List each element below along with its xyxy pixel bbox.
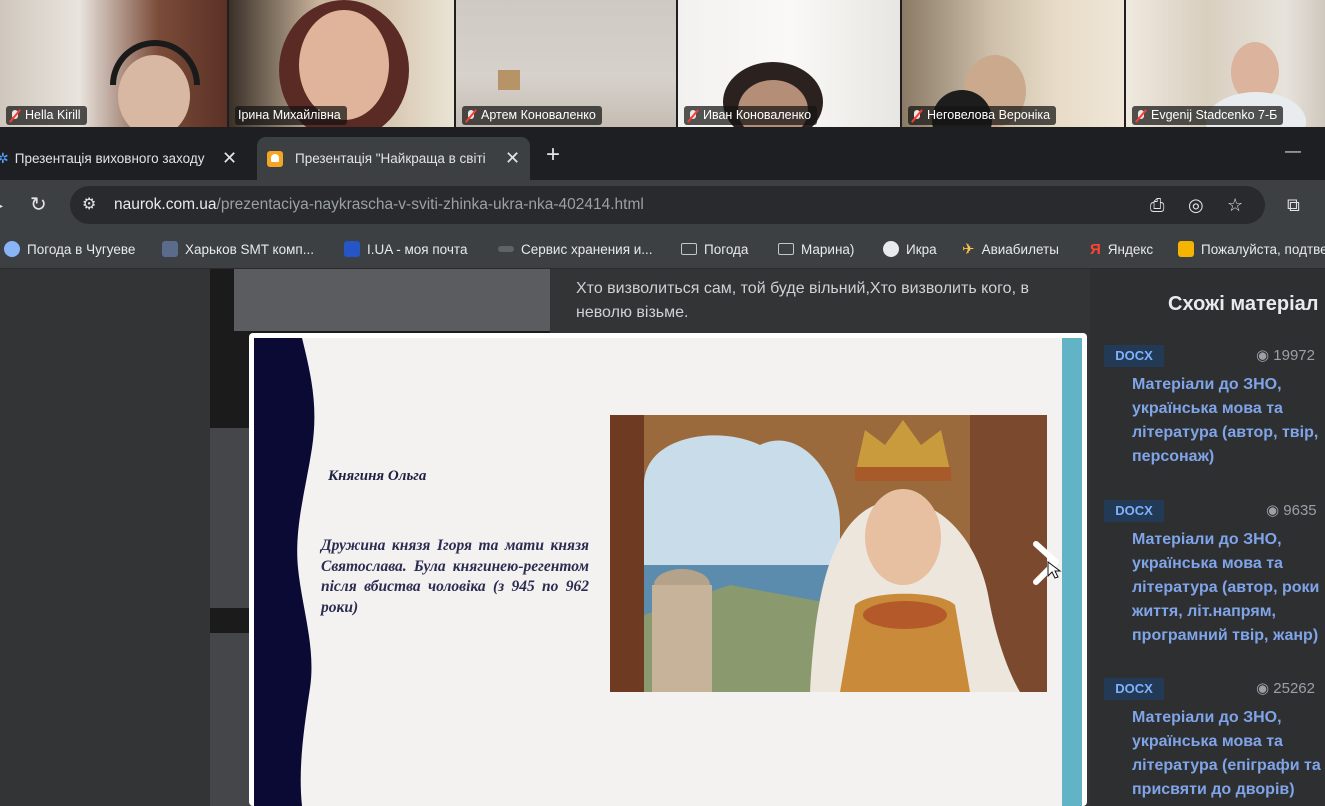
- similar-materials-title: Схожі матеріал: [1168, 293, 1319, 315]
- smt-icon: [162, 241, 178, 257]
- install-app-icon[interactable]: ⎙: [1150, 180, 1164, 230]
- bookmark-star-icon[interactable]: ☆: [1227, 180, 1243, 230]
- bookmark-smt[interactable]: Харьков SMT комп...: [162, 230, 314, 268]
- bookmarks-bar: Погода в Чугуеве Харьков SMT комп... I.U…: [0, 230, 1325, 269]
- mic-muted-icon: [687, 109, 699, 123]
- participant-name-tag: Hella Kirill: [6, 106, 87, 125]
- mic-muted-icon: [9, 109, 21, 123]
- bookmark-yandex[interactable]: Я Яндекс: [1090, 230, 1153, 268]
- tab-close-icon[interactable]: ✕: [222, 148, 237, 169]
- bookmark-storage[interactable]: Сервис хранения и...: [498, 230, 653, 268]
- browser-tab-bar: ✲ Презентація виховного заходу ✕ Презент…: [0, 129, 1325, 180]
- mic-muted-icon: [1135, 109, 1147, 123]
- new-tab-button[interactable]: +: [546, 141, 560, 169]
- participant-name-tag: Неговелова Вероніка: [908, 106, 1057, 125]
- tab-presentation-event[interactable]: ✲ Презентація виховного заходу ✕: [0, 137, 250, 180]
- tab-favicon-icon: ✲: [0, 150, 9, 166]
- slide-heading: Княгиня Ольга: [328, 468, 427, 484]
- eye-icon: ◉: [1256, 680, 1274, 697]
- material-title-link[interactable]: Матеріали до ЗНО, українська мова та літ…: [1132, 706, 1325, 802]
- participant-name-tag: Иван Коноваленко: [684, 106, 818, 125]
- browser-toolbar: ▸ ↻ ⚙ naurok.com.ua/prezentaciya-naykras…: [0, 180, 1325, 230]
- window-minimize-button[interactable]: —: [1285, 143, 1301, 161]
- bookmark-ikra[interactable]: Икра: [883, 230, 937, 268]
- slide-side-bar: [1062, 338, 1082, 806]
- participant-tile-3[interactable]: Артем Коноваленко: [456, 0, 676, 127]
- slide-body-text: Дружина князя Ігоря та мати князя Святос…: [321, 537, 589, 616]
- yandex-icon: Я: [1090, 240, 1101, 258]
- eye-icon: ◉: [1256, 347, 1274, 364]
- similar-materials-sidebar: Схожі матеріал DOCX ◉ 19972 Матеріали до…: [1090, 269, 1325, 806]
- weather-icon: [4, 241, 20, 257]
- article-text: Хто визволиться сам, той буде вільний,Хт…: [576, 280, 1029, 321]
- site-settings-icon[interactable]: ⚙: [82, 180, 96, 230]
- mic-muted-icon: [465, 109, 477, 123]
- participant-tile-5[interactable]: Неговелова Вероніка: [902, 0, 1124, 127]
- folder-icon: [778, 243, 794, 255]
- extensions-icon[interactable]: ⧉: [1287, 180, 1300, 230]
- slide-wave-border: [254, 338, 315, 806]
- file-type-badge: DOCX: [1104, 345, 1164, 367]
- participant-name-tag: Evgenij Stadcenko 7-Б: [1132, 106, 1284, 125]
- iua-icon: [344, 241, 360, 257]
- participant-tile-4[interactable]: Иван Коноваленко: [678, 0, 900, 127]
- view-count: ◉ 19972: [1256, 347, 1315, 364]
- next-slide-arrow-icon[interactable]: [1030, 538, 1064, 588]
- bookmark-confirm[interactable]: Пожалуйста, подтве: [1178, 230, 1325, 268]
- participant-name-tag: Артем Коноваленко: [462, 106, 602, 125]
- folder-icon: [681, 243, 697, 255]
- tab-presentation-best-woman[interactable]: Презентація "Найкраща в світі ✕: [257, 137, 530, 180]
- participant-tile-1[interactable]: Hella Kirill: [0, 0, 227, 127]
- eye-icon: ◉: [1266, 502, 1284, 519]
- slide-viewer-modal: Княгиня Ольга Дружина князя Ігоря та мат…: [249, 333, 1087, 806]
- view-count: ◉ 25262: [1256, 680, 1315, 697]
- bookmark-folder-pogoda[interactable]: Погода: [681, 230, 748, 268]
- slide-thumbnail[interactable]: [234, 269, 550, 331]
- material-title-link[interactable]: Матеріали до ЗНО, українська мова та літ…: [1132, 373, 1325, 469]
- participant-tile-6[interactable]: Evgenij Stadcenko 7-Б: [1126, 0, 1325, 127]
- tab-close-icon[interactable]: ✕: [505, 148, 520, 169]
- bookmark-iua[interactable]: I.UA - моя почта: [344, 230, 467, 268]
- globe-icon: [883, 241, 899, 257]
- tracking-protection-eye-icon[interactable]: ◎: [1188, 180, 1204, 230]
- participant-tile-2[interactable]: Ірина Михайлівна: [229, 0, 454, 127]
- bookmark-folder-marina[interactable]: Марина): [778, 230, 854, 268]
- video-call-strip: Hella Kirill Ірина Михайлівна Артем Коно…: [0, 0, 1325, 129]
- back-arrow-icon[interactable]: ▸: [0, 180, 3, 230]
- reload-icon[interactable]: ↻: [30, 180, 47, 230]
- plane-icon: ✈: [962, 241, 975, 258]
- smile-icon: [1178, 241, 1194, 257]
- naurok-bell-icon: [267, 150, 283, 167]
- bookmark-avia[interactable]: ✈ Авиабилеты: [962, 230, 1059, 268]
- file-type-badge: DOCX: [1104, 678, 1164, 700]
- storage-icon: [498, 246, 514, 252]
- participant-name-tag: Ірина Михайлівна: [235, 106, 347, 125]
- url-text[interactable]: naurok.com.ua/prezentaciya-naykrascha-v-…: [114, 180, 644, 230]
- presentation-slide: Княгиня Ольга Дружина князя Ігоря та мат…: [254, 338, 1082, 806]
- material-title-link[interactable]: Матеріали до ЗНО, українська мова та літ…: [1132, 528, 1325, 648]
- bookmark-weather-chuguev[interactable]: Погода в Чугуеве: [4, 230, 135, 268]
- view-count: ◉ 9635: [1266, 502, 1317, 519]
- file-type-badge: DOCX: [1104, 500, 1164, 522]
- mic-muted-icon: [911, 109, 923, 123]
- participant-face: [299, 10, 389, 120]
- princess-olga-portrait: [610, 415, 1047, 692]
